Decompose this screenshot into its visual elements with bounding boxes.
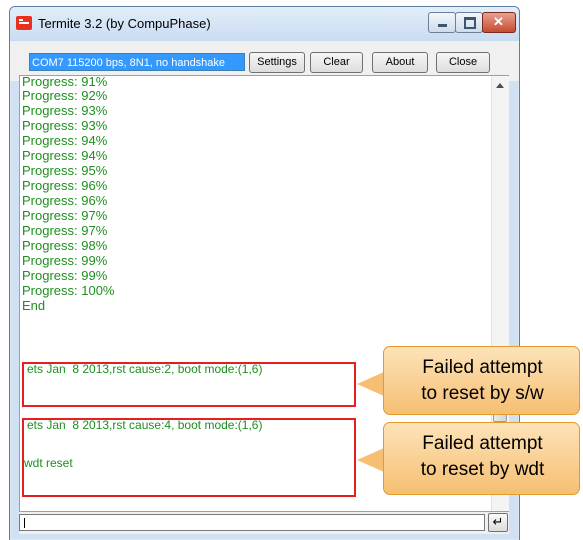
text-caret (24, 518, 25, 528)
settings-button[interactable]: Settings (249, 52, 305, 73)
callout-pointer (357, 372, 384, 396)
minimize-button[interactable] (428, 12, 456, 33)
port-status-field[interactable]: COM7 115200 bps, 8N1, no handshake (29, 53, 245, 71)
output-line: End (22, 298, 46, 313)
output-line: Progress: 99% (22, 253, 108, 268)
close-button[interactable]: Close (436, 52, 490, 73)
callout-wdt-reset: Failed attempt to reset by wdt (383, 422, 580, 495)
clear-button[interactable]: Clear (310, 52, 363, 73)
output-line: Progress: 100% (22, 283, 115, 298)
termite-app-icon (16, 16, 32, 30)
window-title: Termite 3.2 (by CompuPhase) (38, 16, 211, 31)
output-line: Progress: 97% (22, 208, 108, 223)
highlight-box-wdt-reset (22, 418, 356, 497)
scroll-up-arrow-icon[interactable] (496, 83, 504, 88)
output-line: Progress: 98% (22, 238, 108, 253)
callout-pointer (357, 448, 384, 472)
callout-text: to reset by s/w (421, 383, 544, 404)
maximize-button[interactable] (455, 12, 483, 33)
close-window-button[interactable] (482, 12, 516, 33)
enter-icon[interactable]: ↵ (488, 513, 508, 532)
input-row: ↵ (19, 511, 509, 534)
output-line: Progress: 99% (22, 268, 108, 283)
callout-text: Failed attempt (422, 357, 543, 378)
about-button[interactable]: About (372, 52, 428, 73)
output-line: Progress: 94% (22, 133, 108, 148)
output-line: Progress: 96% (22, 193, 108, 208)
callout-text: to reset by wdt (420, 459, 545, 480)
highlight-box-sw-reset (22, 362, 356, 407)
output-line: Progress: 93% (22, 103, 108, 118)
output-line: Progress: 93% (22, 118, 108, 133)
callout-text: Failed attempt (422, 433, 543, 454)
output-line: Progress: 96% (22, 178, 108, 193)
output-line: Progress: 97% (22, 223, 108, 238)
output-line: Progress: 92% (22, 88, 108, 103)
output-line: Progress: 95% (22, 163, 108, 178)
callout-sw-reset: Failed attempt to reset by s/w (383, 346, 580, 415)
output-line: Progress: 94% (22, 148, 108, 163)
command-input[interactable] (19, 514, 485, 531)
title-bar[interactable]: Termite 3.2 (by CompuPhase) (10, 7, 519, 41)
